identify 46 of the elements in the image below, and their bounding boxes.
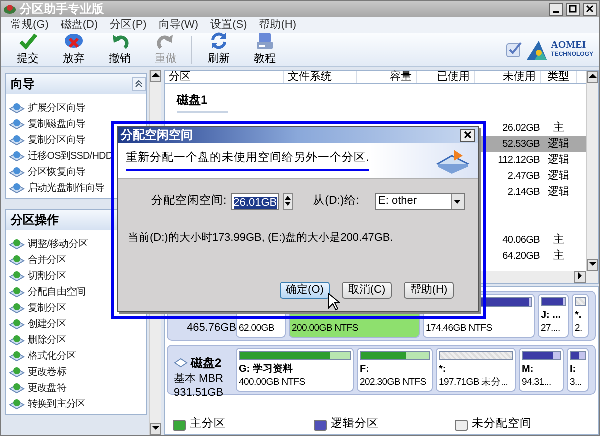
partition-size: 94.31... bbox=[522, 376, 552, 389]
size-info: 当前(D:)的大小时173.99GB, (E:)盘的大小是200.47GB. bbox=[128, 231, 394, 246]
partition-size: 202.30GB NTFS bbox=[360, 376, 428, 389]
partition-size: 400.00GB NTFS bbox=[239, 376, 306, 389]
partition-size: 62.00GB bbox=[239, 322, 276, 335]
table-cell-text: 2.47GB bbox=[506, 170, 541, 184]
table-cell-text: 主 bbox=[552, 232, 566, 248]
partition-name: G: 学习资料 bbox=[239, 363, 294, 376]
dialog-title: 分配空闲空间 bbox=[121, 127, 193, 144]
partition-name: J: ... bbox=[541, 309, 562, 322]
section-title: 向导 bbox=[11, 76, 35, 93]
partition-name: I: bbox=[570, 363, 578, 376]
partition-name: M: bbox=[522, 363, 535, 376]
table-cell-text: 逻辑 bbox=[547, 168, 571, 184]
section-title: 分区操作 bbox=[11, 212, 59, 229]
disk-type: 基本 MBR bbox=[174, 372, 224, 386]
partition-size: 197.71GB 未分... bbox=[439, 376, 510, 389]
partition-size: 2. bbox=[575, 322, 584, 335]
table-cell-text: 逻辑 bbox=[547, 136, 571, 152]
disk-name: 磁盘2 bbox=[191, 355, 222, 372]
table-cell-text: 52.53GB bbox=[502, 138, 541, 152]
logo-text: AOMEI bbox=[551, 40, 588, 50]
partition-name: F: bbox=[360, 363, 370, 376]
partition-size: 174.46GB NTFS bbox=[426, 322, 494, 335]
table-cell-text: 40.06GB bbox=[502, 234, 541, 248]
partition-size: 27.... bbox=[541, 322, 562, 335]
field-label: 从(D:)给: bbox=[313, 194, 360, 209]
partition-name: *. bbox=[575, 309, 583, 322]
table-cell-text: 主 bbox=[552, 120, 566, 136]
dialog-description: 重新分配一个盘的未使用空间给另外一个分区. bbox=[126, 150, 370, 171]
table-cell-text: 64.20GB bbox=[502, 250, 541, 264]
table-cell-text: 2.14GB bbox=[506, 186, 541, 200]
table-cell-text: 112.12GB bbox=[497, 154, 541, 168]
table-cell-text: 逻辑 bbox=[547, 152, 571, 168]
partition-size: 3... bbox=[570, 376, 584, 389]
table-cell-text: 逻辑 bbox=[547, 184, 571, 200]
field-label: 分配空闲空间: bbox=[151, 193, 227, 209]
table-cell-text: 26.02GB bbox=[502, 122, 541, 136]
partition-name: *: bbox=[439, 363, 448, 376]
legend-label: 主分区 bbox=[190, 416, 226, 432]
disk-label: 磁盘1 bbox=[177, 91, 228, 113]
legend-label: 逻辑分区 bbox=[331, 416, 379, 432]
legend-label: 未分配空间 bbox=[472, 416, 532, 432]
window-title: 分区助手专业版 bbox=[20, 1, 105, 18]
table-cell-text: 主 bbox=[552, 248, 566, 264]
partition-size: 200.00GB NTFS bbox=[292, 322, 360, 335]
